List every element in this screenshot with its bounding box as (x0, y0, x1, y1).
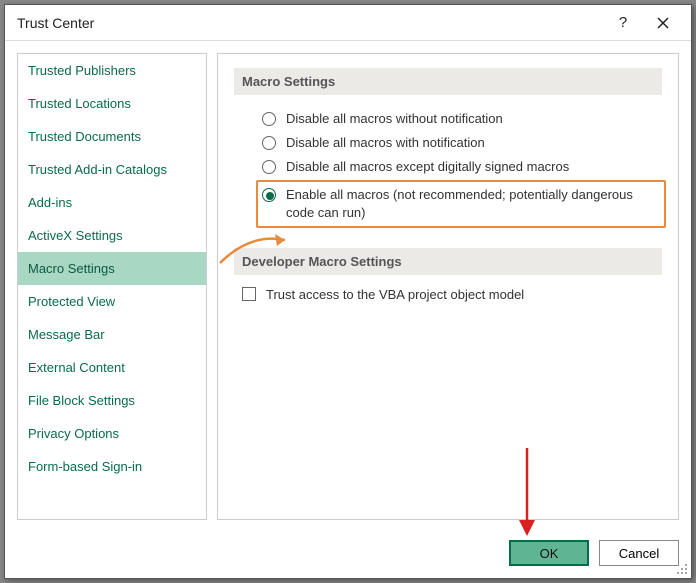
sidebar-item-activex-settings[interactable]: ActiveX Settings (18, 219, 206, 252)
dialog-body: Trusted Publishers Trusted Locations Tru… (5, 41, 691, 532)
help-button[interactable]: ? (603, 9, 643, 37)
radio-disable-except-signed[interactable]: Disable all macros except digitally sign… (262, 155, 662, 179)
cancel-button[interactable]: Cancel (599, 540, 679, 566)
radio-icon (262, 160, 276, 174)
sidebar-item-trusted-addin-catalogs[interactable]: Trusted Add-in Catalogs (18, 153, 206, 186)
trust-center-dialog: Trust Center ? Trusted Publishers Truste… (4, 4, 692, 579)
radio-icon (262, 112, 276, 126)
sidebar-item-privacy-options[interactable]: Privacy Options (18, 417, 206, 450)
close-button[interactable] (643, 9, 683, 37)
dialog-footer: OK Cancel (5, 532, 691, 578)
radio-label: Disable all macros without notification (286, 110, 503, 128)
radio-disable-no-notification[interactable]: Disable all macros without notification (262, 107, 662, 131)
section-header-developer-macro-settings: Developer Macro Settings (234, 248, 662, 275)
sidebar: Trusted Publishers Trusted Locations Tru… (17, 53, 207, 520)
main-panel: Macro Settings Disable all macros withou… (217, 53, 679, 520)
radio-icon (262, 136, 276, 150)
dialog-title: Trust Center (17, 15, 603, 31)
sidebar-item-trusted-locations[interactable]: Trusted Locations (18, 87, 206, 120)
checkbox-icon (242, 287, 256, 301)
checkbox-label: Trust access to the VBA project object m… (266, 287, 524, 302)
sidebar-item-external-content[interactable]: External Content (18, 351, 206, 384)
sidebar-item-form-based-signin[interactable]: Form-based Sign-in (18, 450, 206, 483)
section-header-macro-settings: Macro Settings (234, 68, 662, 95)
sidebar-item-macro-settings[interactable]: Macro Settings (18, 252, 206, 285)
checkbox-trust-vba-access[interactable]: Trust access to the VBA project object m… (234, 287, 662, 302)
sidebar-item-addins[interactable]: Add-ins (18, 186, 206, 219)
sidebar-item-file-block-settings[interactable]: File Block Settings (18, 384, 206, 417)
sidebar-item-trusted-documents[interactable]: Trusted Documents (18, 120, 206, 153)
radio-disable-with-notification[interactable]: Disable all macros with notification (262, 131, 662, 155)
close-icon (657, 17, 669, 29)
titlebar: Trust Center ? (5, 5, 691, 41)
radio-icon (262, 188, 276, 202)
sidebar-item-protected-view[interactable]: Protected View (18, 285, 206, 318)
sidebar-item-message-bar[interactable]: Message Bar (18, 318, 206, 351)
sidebar-item-trusted-publishers[interactable]: Trusted Publishers (18, 54, 206, 87)
macro-radio-group: Disable all macros without notification … (234, 107, 662, 228)
ok-button[interactable]: OK (509, 540, 589, 566)
radio-label: Disable all macros except digitally sign… (286, 158, 569, 176)
radio-label: Disable all macros with notification (286, 134, 485, 152)
radio-enable-all-macros[interactable]: Enable all macros (not recommended; pote… (256, 180, 666, 228)
radio-label: Enable all macros (not recommended; pote… (286, 186, 646, 222)
